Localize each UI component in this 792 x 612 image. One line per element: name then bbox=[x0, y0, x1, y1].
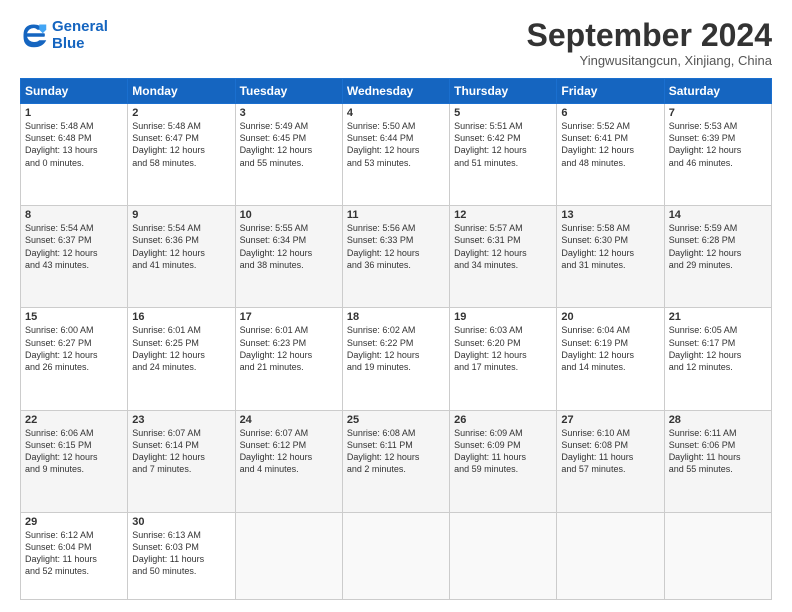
day-23: 23Sunrise: 6:07 AMSunset: 6:14 PMDayligh… bbox=[128, 410, 235, 512]
day-30: 30Sunrise: 6:13 AMSunset: 6:03 PMDayligh… bbox=[128, 512, 235, 599]
day-22: 22Sunrise: 6:06 AMSunset: 6:15 PMDayligh… bbox=[21, 410, 128, 512]
day-29: 29Sunrise: 6:12 AMSunset: 6:04 PMDayligh… bbox=[21, 512, 128, 599]
logo-icon bbox=[20, 21, 48, 49]
day-16: 16Sunrise: 6:01 AMSunset: 6:25 PMDayligh… bbox=[128, 308, 235, 410]
day-28: 28Sunrise: 6:11 AMSunset: 6:06 PMDayligh… bbox=[664, 410, 771, 512]
page: General Blue September 2024 Yingwusitang… bbox=[0, 0, 792, 612]
day-21: 21Sunrise: 6:05 AMSunset: 6:17 PMDayligh… bbox=[664, 308, 771, 410]
day-20: 20Sunrise: 6:04 AMSunset: 6:19 PMDayligh… bbox=[557, 308, 664, 410]
day-empty bbox=[235, 512, 342, 599]
day-19: 19Sunrise: 6:03 AMSunset: 6:20 PMDayligh… bbox=[450, 308, 557, 410]
col-saturday: Saturday bbox=[664, 79, 771, 104]
day-9: 9Sunrise: 5:54 AMSunset: 6:36 PMDaylight… bbox=[128, 206, 235, 308]
day-empty bbox=[557, 512, 664, 599]
col-wednesday: Wednesday bbox=[342, 79, 449, 104]
col-friday: Friday bbox=[557, 79, 664, 104]
calendar-header-row: Sunday Monday Tuesday Wednesday Thursday… bbox=[21, 79, 772, 104]
day-15: 15Sunrise: 6:00 AMSunset: 6:27 PMDayligh… bbox=[21, 308, 128, 410]
day-empty bbox=[342, 512, 449, 599]
logo: General Blue bbox=[20, 18, 108, 53]
day-7: 7Sunrise: 5:53 AMSunset: 6:39 PMDaylight… bbox=[664, 104, 771, 206]
day-4: 4Sunrise: 5:50 AMSunset: 6:44 PMDaylight… bbox=[342, 104, 449, 206]
calendar-week-5: 29Sunrise: 6:12 AMSunset: 6:04 PMDayligh… bbox=[21, 512, 772, 599]
calendar-week-4: 22Sunrise: 6:06 AMSunset: 6:15 PMDayligh… bbox=[21, 410, 772, 512]
title-block: September 2024 Yingwusitangcun, Xinjiang… bbox=[527, 18, 772, 68]
calendar-week-1: 1Sunrise: 5:48 AMSunset: 6:48 PMDaylight… bbox=[21, 104, 772, 206]
day-14: 14Sunrise: 5:59 AMSunset: 6:28 PMDayligh… bbox=[664, 206, 771, 308]
day-12: 12Sunrise: 5:57 AMSunset: 6:31 PMDayligh… bbox=[450, 206, 557, 308]
col-monday: Monday bbox=[128, 79, 235, 104]
day-25: 25Sunrise: 6:08 AMSunset: 6:11 PMDayligh… bbox=[342, 410, 449, 512]
day-13: 13Sunrise: 5:58 AMSunset: 6:30 PMDayligh… bbox=[557, 206, 664, 308]
calendar-table: Sunday Monday Tuesday Wednesday Thursday… bbox=[20, 78, 772, 600]
day-2: 2Sunrise: 5:48 AMSunset: 6:47 PMDaylight… bbox=[128, 104, 235, 206]
calendar-week-2: 8Sunrise: 5:54 AMSunset: 6:37 PMDaylight… bbox=[21, 206, 772, 308]
day-10: 10Sunrise: 5:55 AMSunset: 6:34 PMDayligh… bbox=[235, 206, 342, 308]
calendar-week-3: 15Sunrise: 6:00 AMSunset: 6:27 PMDayligh… bbox=[21, 308, 772, 410]
day-17: 17Sunrise: 6:01 AMSunset: 6:23 PMDayligh… bbox=[235, 308, 342, 410]
day-empty bbox=[450, 512, 557, 599]
day-5: 5Sunrise: 5:51 AMSunset: 6:42 PMDaylight… bbox=[450, 104, 557, 206]
col-tuesday: Tuesday bbox=[235, 79, 342, 104]
day-26: 26Sunrise: 6:09 AMSunset: 6:09 PMDayligh… bbox=[450, 410, 557, 512]
day-11: 11Sunrise: 5:56 AMSunset: 6:33 PMDayligh… bbox=[342, 206, 449, 308]
day-18: 18Sunrise: 6:02 AMSunset: 6:22 PMDayligh… bbox=[342, 308, 449, 410]
header: General Blue September 2024 Yingwusitang… bbox=[20, 18, 772, 68]
day-24: 24Sunrise: 6:07 AMSunset: 6:12 PMDayligh… bbox=[235, 410, 342, 512]
subtitle: Yingwusitangcun, Xinjiang, China bbox=[527, 53, 772, 68]
logo-text: General Blue bbox=[52, 18, 108, 53]
col-sunday: Sunday bbox=[21, 79, 128, 104]
day-3: 3Sunrise: 5:49 AMSunset: 6:45 PMDaylight… bbox=[235, 104, 342, 206]
day-6: 6Sunrise: 5:52 AMSunset: 6:41 PMDaylight… bbox=[557, 104, 664, 206]
month-title: September 2024 bbox=[527, 18, 772, 53]
day-8: 8Sunrise: 5:54 AMSunset: 6:37 PMDaylight… bbox=[21, 206, 128, 308]
day-empty bbox=[664, 512, 771, 599]
day-27: 27Sunrise: 6:10 AMSunset: 6:08 PMDayligh… bbox=[557, 410, 664, 512]
col-thursday: Thursday bbox=[450, 79, 557, 104]
day-1: 1Sunrise: 5:48 AMSunset: 6:48 PMDaylight… bbox=[21, 104, 128, 206]
